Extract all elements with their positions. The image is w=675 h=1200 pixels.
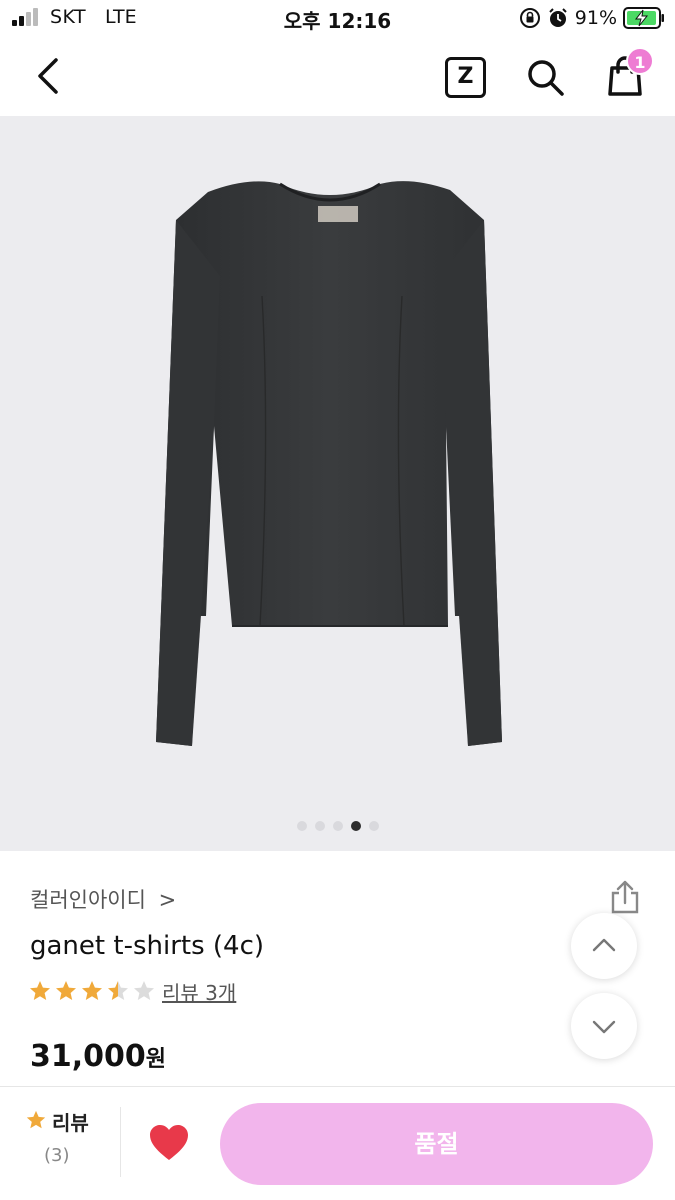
product-photo — [156, 181, 502, 746]
brand-link[interactable]: 컬러인아이디 > — [30, 884, 176, 914]
gallery-dot[interactable] — [368, 821, 379, 831]
gallery-dot[interactable] — [332, 821, 343, 831]
gallery-dot[interactable] — [314, 821, 325, 831]
orientation-lock-icon — [519, 8, 540, 28]
scroll-up-button[interactable] — [571, 913, 637, 979]
review-count-link[interactable]: 리뷰 3개 — [162, 977, 236, 1006]
review-tab-label: 리뷰 — [52, 1111, 89, 1135]
search-icon[interactable] — [525, 57, 565, 97]
star-half-icon — [108, 981, 128, 1000]
sold-out-button[interactable]: 품절 — [220, 1103, 653, 1185]
divider — [120, 1107, 121, 1177]
price-unit: 원 — [145, 1047, 167, 1072]
chevron-left-icon[interactable] — [30, 56, 70, 96]
battery-percent: 91% — [574, 7, 617, 29]
scroll-down-button[interactable] — [571, 993, 637, 1059]
star-icon — [26, 1110, 46, 1129]
star-full-icon — [30, 981, 50, 1000]
heart-icon[interactable] — [148, 1123, 190, 1163]
star-full-icon — [82, 981, 102, 1000]
review-tab-count: (3) — [44, 1145, 70, 1166]
status-bar: SKT LTE 오후 12:16 91% — [0, 0, 675, 40]
star-empty-icon — [134, 981, 154, 1000]
gallery-dot[interactable] — [296, 821, 307, 831]
bottom-action-bar: 리뷰 (3) 품절 — [0, 1086, 675, 1200]
review-tab[interactable]: 리뷰 (3) — [22, 1107, 102, 1177]
rating-stars — [28, 979, 156, 1003]
chevron-down-icon — [592, 1020, 616, 1034]
battery-charging-icon — [623, 7, 664, 29]
product-title: ganet t-shirts (4c) — [30, 931, 265, 961]
brand-name: 컬러인아이디 — [30, 888, 146, 912]
chevron-up-icon — [592, 938, 616, 952]
product-image-gallery[interactable] — [0, 116, 675, 851]
gallery-pagination — [0, 821, 675, 831]
top-nav: Z 1 — [0, 40, 675, 116]
alarm-icon — [549, 8, 567, 27]
cart-badge: 1 — [626, 47, 654, 75]
product-info: 컬러인아이디 > ganet t-shirts (4c) 리뷰 3개 31,00… — [0, 851, 675, 1086]
price-value: 31,000 — [30, 1039, 146, 1074]
gallery-dot-active[interactable] — [350, 821, 361, 831]
chevron-right-icon: > — [158, 888, 177, 912]
z-button[interactable]: Z — [445, 57, 486, 98]
share-icon[interactable] — [607, 879, 643, 915]
product-price: 31,000원 — [30, 1039, 166, 1074]
star-full-icon — [56, 981, 76, 1000]
status-right: 91% — [519, 4, 665, 32]
